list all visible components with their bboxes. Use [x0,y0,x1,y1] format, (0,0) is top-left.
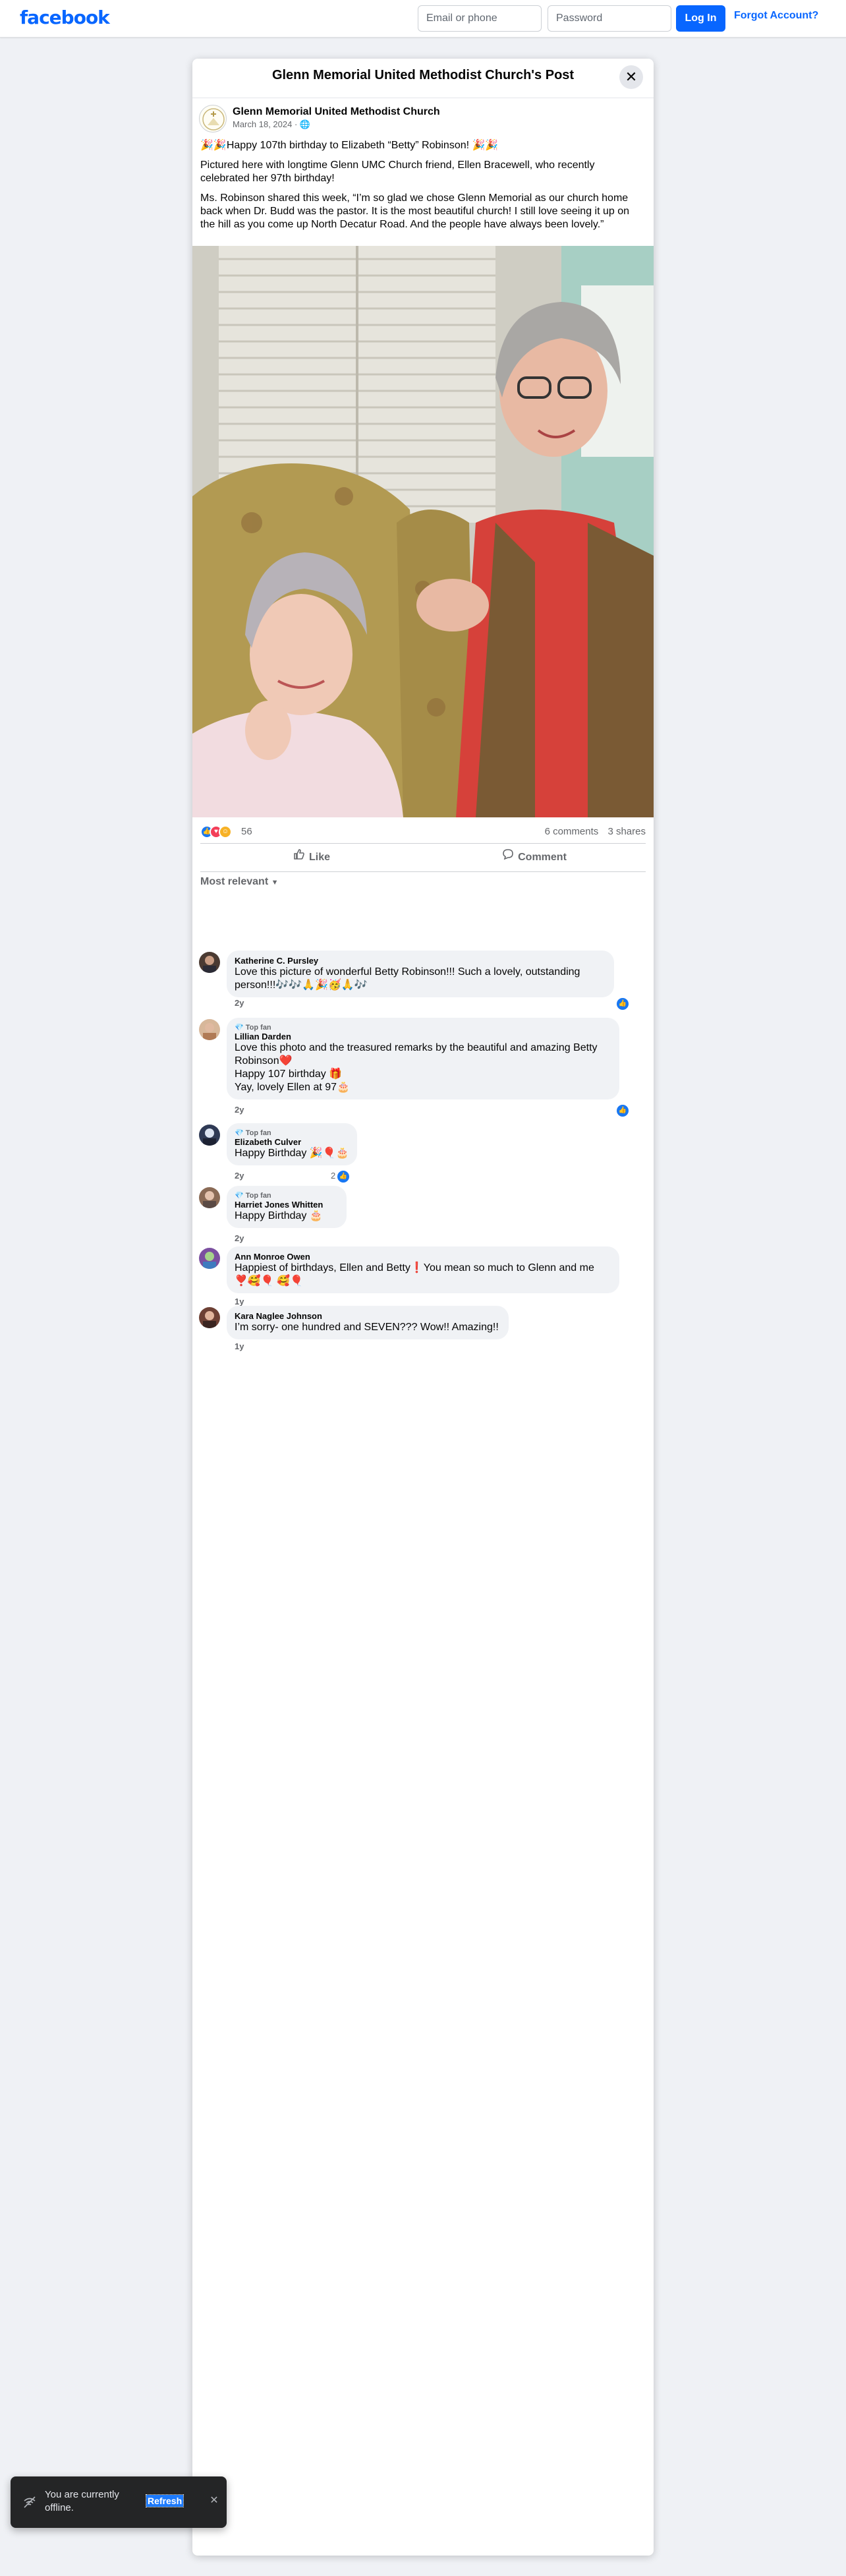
comment-bubble: 💎 Top fan Elizabeth Culver Happy Birthda… [227,1123,357,1165]
top-fan-badge: 💎 Top fan [235,1024,271,1032]
post-paragraph: Ms. Robinson shared this week, “I’m so g… [200,192,630,230]
close-icon: ✕ [210,2495,219,2506]
comment-text: Happy Birthday 🎂 [235,1210,323,1221]
engagement-counts: 6 comments 3 shares [538,826,646,837]
comments-count[interactable]: 6 comments [545,826,599,837]
chevron-down-icon: ▼ [271,879,279,887]
email-field[interactable]: Email or phone [418,5,542,32]
comment-time[interactable]: 2y [235,1171,244,1181]
top-fan-badge: 💎 Top fan [235,1129,271,1137]
avatar[interactable] [199,952,220,973]
comment-text: Happy 107 birthday 🎁 [235,1068,343,1080]
dialog-title: Glenn Memorial United Methodist Church's… [271,68,575,82]
reaction-summary: 👍 ♥ ☺ 56 6 comments 3 shares [192,817,654,846]
avatar[interactable] [199,1125,220,1146]
avatar[interactable] [199,1187,220,1208]
comment-time[interactable]: 2y [235,998,244,1008]
comment-like-count: 2 [331,1171,336,1181]
post-paragraph: Pictured here with longtime Glenn UMC Ch… [200,160,595,184]
thumbs-up-icon [293,844,305,871]
comment-time[interactable]: 1y [235,1341,244,1351]
globe-icon: 🌐 [299,119,311,129]
like-label: Like [308,852,330,864]
comment-text: Happy Birthday 🎉🎈🎂 [235,1148,349,1159]
comment-text: Happiest of birthdays, Ellen and Betty❗Y… [235,1262,594,1273]
close-icon: ✕ [625,69,638,85]
post-paragraph: 🎉🎉Happy 107th birthday to Elizabeth “Bet… [200,140,499,151]
sort-label: Most relevant [200,876,269,887]
post-body: 🎉🎉Happy 107th birthday to Elizabeth “Bet… [192,139,654,231]
post-actions: Like Comment [200,843,646,872]
like-button[interactable]: Like [200,844,423,871]
post-photo[interactable] [192,246,654,817]
photo-illustration [192,246,654,817]
post-date: March 18, 2024 · 🌐 [233,119,310,130]
forgot-account-link[interactable]: Forgot Account? [734,10,818,22]
comment-time[interactable]: 2y [235,1105,244,1115]
login-button[interactable]: Log In [676,5,725,32]
comment-sort-dropdown[interactable]: Most relevant ▼ [200,876,278,888]
comment-time[interactable]: 1y [235,1297,244,1306]
top-fan-badge: 💎 Top fan [235,1192,271,1200]
avatar[interactable] [199,1248,220,1269]
offline-message: You are currently offline. [45,2489,119,2513]
refresh-button[interactable]: Refresh [145,2494,184,2507]
facebook-logo[interactable]: facebook [20,7,110,28]
comment-bubble: Katherine C. Pursley Love this picture o… [227,951,614,997]
commenter-name[interactable]: Harriet Jones Whitten [235,1200,339,1210]
shares-count[interactable]: 3 shares [607,826,646,837]
close-button[interactable]: ✕ [619,65,643,89]
offline-icon [22,2495,37,2509]
avatar[interactable] [199,1307,220,1328]
comment-like-icon[interactable]: 👍 [615,997,630,1011]
comment-time[interactable]: 2y [235,1233,244,1243]
comment-bubble-icon [502,844,514,871]
commenter-name[interactable]: Elizabeth Culver [235,1137,349,1147]
top-navigation-bar: facebook Email or phone Password Log In … [0,0,846,38]
comment-bubble: 💎 Top fan Lillian Darden Love this photo… [227,1018,619,1099]
author-name[interactable]: Glenn Memorial United Methodist Church [233,106,440,118]
church-logo-icon [202,108,225,131]
post-author: Glenn Memorial United Methodist Church M… [192,105,654,139]
comment-bubble: 💎 Top fan Harriet Jones Whitten Happy Bi… [227,1186,347,1228]
reaction-count[interactable]: 56 [241,826,252,837]
care-icon: ☺ [219,825,232,838]
post-dialog: Glenn Memorial United Methodist Church's… [192,59,654,2556]
comment-text: I’m sorry- one hundred and SEVEN??? Wow!… [235,1322,499,1333]
comment-label: Comment [518,852,567,864]
reaction-icons[interactable]: 👍 ♥ ☺ [200,825,240,838]
offline-toast: You are currently offline. Refresh ✕ [11,2476,227,2528]
commenter-name[interactable]: Katherine C. Pursley [235,956,606,966]
commenter-name[interactable]: Kara Naglee Johnson [235,1311,501,1321]
comment-like-icon[interactable]: 👍 [336,1169,351,1184]
avatar[interactable] [199,1019,220,1040]
comment-button[interactable]: Comment [423,844,646,871]
dot-separator: · [294,119,300,129]
commenter-name[interactable]: Ann Monroe Owen [235,1252,611,1262]
comment-like-icon[interactable]: 👍 [615,1103,630,1118]
page-avatar[interactable] [199,105,227,132]
commenter-name[interactable]: Lillian Darden [235,1032,611,1041]
comment-bubble: Kara Naglee Johnson I’m sorry- one hundr… [227,1306,509,1339]
comment-text: ❣️🥰🎈 🥰🎈 [235,1275,304,1287]
comment-text: Love this picture of wonderful Betty Rob… [235,966,580,991]
dialog-header: Glenn Memorial United Methodist Church's… [192,59,654,98]
close-toast-button[interactable]: ✕ [206,2492,223,2509]
comment-bubble: Ann Monroe Owen Happiest of birthdays, E… [227,1246,619,1293]
post-date-text[interactable]: March 18, 2024 [233,119,292,129]
comment-text: Yay, lovely Ellen at 97🎂 [235,1082,350,1093]
comment-text: Love this photo and the treasured remark… [235,1042,598,1067]
password-field[interactable]: Password [548,5,671,32]
